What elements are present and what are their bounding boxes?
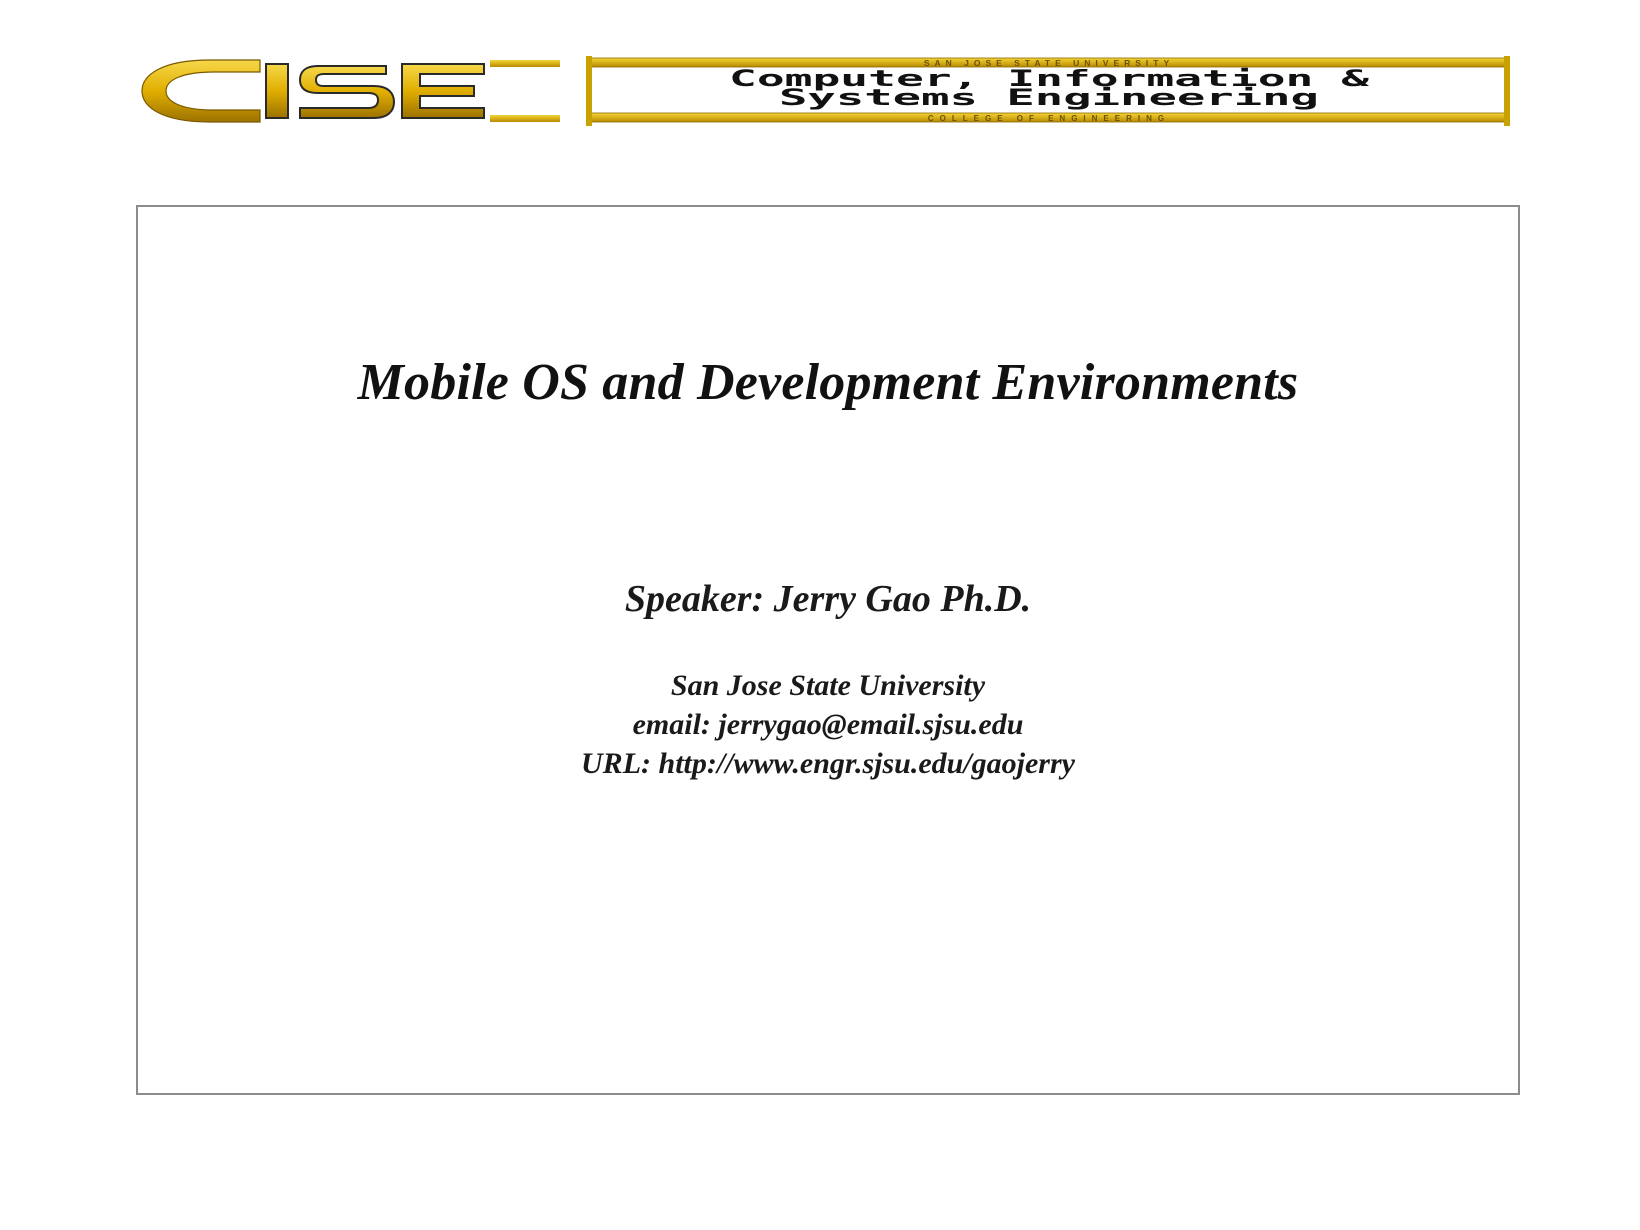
department-nameplate: SAN JOSE STATE UNIVERSITY Computer, Info… [586, 56, 1510, 126]
slide-title: Mobile OS and Development Environments [357, 354, 1299, 411]
speaker-line: Speaker: Jerry Gao Ph.D. [624, 578, 1032, 620]
contact-block: San Jose State University email: jerryga… [138, 666, 1518, 783]
cise-logo: SAN JOSE STATE UNIVERSITY Computer, Info… [140, 56, 1510, 126]
title-slide: Mobile OS and Development Environments S… [136, 205, 1520, 1095]
email-line: email: jerrygao@email.sjsu.edu [632, 708, 1024, 741]
logo-college-text: COLLEGE OF ENGINEERING [928, 114, 1170, 123]
url-line: URL: http://www.engr.sjsu.edu/gaojerry [581, 747, 1075, 780]
cise-acronym-mark [141, 59, 560, 123]
affiliation-line: San Jose State University [670, 669, 986, 702]
logo-name-line2: Systems Engineering [779, 86, 1319, 111]
